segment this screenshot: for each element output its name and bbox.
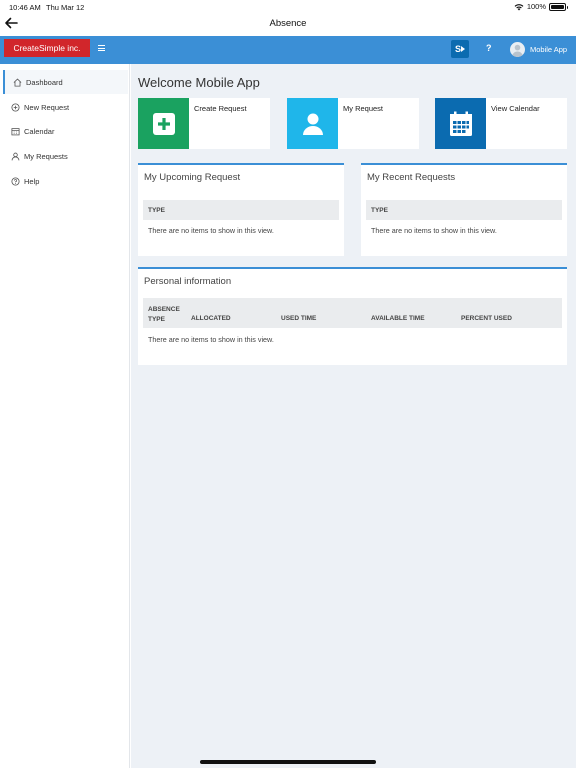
table-header: ABSENCE TYPE ALLOCATED USED TIME AVAILAB… xyxy=(143,298,562,328)
menu-icon[interactable] xyxy=(98,45,105,51)
my-request-tile-icon-box xyxy=(287,98,338,149)
help-button[interactable]: ? xyxy=(486,43,492,53)
create-request-tile-icon-box xyxy=(138,98,189,149)
column-header-used-time: USED TIME xyxy=(281,315,317,322)
tile-label: Create Request xyxy=(194,104,247,113)
empty-message: There are no items to show in this view. xyxy=(148,335,274,344)
status-date: Thu Mar 12 xyxy=(46,3,85,12)
tile-label: My Request xyxy=(343,104,384,113)
view-calendar-tile[interactable]: View Calendar xyxy=(435,98,567,149)
user-avatar-icon xyxy=(512,44,523,57)
column-header-absence-type: ABSENCE TYPE xyxy=(148,305,180,325)
recent-requests-panel: My Recent Requests TYPE There are no ite… xyxy=(361,163,567,256)
sharepoint-arrow-icon xyxy=(461,46,465,52)
person-icon xyxy=(11,152,20,160)
status-time: 10:46 AM xyxy=(9,3,41,12)
help-circle-icon xyxy=(11,176,20,186)
home-indicator[interactable] xyxy=(200,760,376,764)
column-header-type: TYPE xyxy=(371,207,388,214)
wifi-icon xyxy=(514,3,524,10)
status-bar: 10:46 AM Thu Mar 12 100% xyxy=(0,0,576,14)
sidebar-item-new-request[interactable]: New Request xyxy=(3,95,128,119)
upcoming-request-panel: My Upcoming Request TYPE There are no it… xyxy=(138,163,344,256)
avatar[interactable] xyxy=(510,42,525,57)
column-header-absence-type-line2: TYPE xyxy=(148,316,165,323)
tile-label: View Calendar xyxy=(491,104,540,113)
sidebar-item-dashboard[interactable]: Dashboard xyxy=(3,70,128,94)
welcome-heading: Welcome Mobile App xyxy=(138,75,260,90)
sidebar-item-label: Calendar xyxy=(24,126,55,136)
battery-icon xyxy=(549,2,568,11)
battery-percent: 100% xyxy=(526,2,546,11)
table-header: TYPE xyxy=(143,200,339,220)
column-header-allocated: ALLOCATED xyxy=(191,315,231,322)
column-header-available-time: AVAILABLE TIME xyxy=(371,315,425,322)
title-bar: Absence xyxy=(0,14,576,36)
company-logo[interactable]: CreateSimple inc. xyxy=(4,39,90,57)
sidebar: Dashboard New Request Calendar My Reques… xyxy=(0,64,130,768)
empty-message: There are no items to show in this view. xyxy=(371,226,497,235)
battery-fill xyxy=(551,4,564,9)
calendar-icon xyxy=(449,111,472,136)
personal-information-panel: Personal information ABSENCE TYPE ALLOCA… xyxy=(138,267,567,365)
create-request-tile[interactable]: Create Request xyxy=(138,98,270,149)
app-header: CreateSimple inc. S ? Mobile App xyxy=(0,36,576,64)
sidebar-item-label: My Requests xyxy=(24,151,68,161)
calendar-icon xyxy=(11,127,20,135)
sidebar-item-label: New Request xyxy=(24,102,70,112)
view-calendar-tile-icon-box xyxy=(435,98,486,149)
plus-circle-icon xyxy=(11,102,20,112)
panel-title: Personal information xyxy=(144,276,232,287)
my-request-tile[interactable]: My Request xyxy=(287,98,419,149)
sidebar-item-my-requests[interactable]: My Requests xyxy=(3,144,128,168)
page-title: Absence xyxy=(269,18,307,29)
sidebar-item-label: Help xyxy=(24,176,40,186)
sidebar-item-help[interactable]: Help xyxy=(3,169,128,193)
table-header: TYPE xyxy=(366,200,562,220)
sidebar-item-calendar[interactable]: Calendar xyxy=(3,119,128,143)
person-icon xyxy=(302,113,323,135)
plus-icon xyxy=(152,112,175,135)
column-header-percent-used: PERCENT USED xyxy=(461,315,512,322)
panel-title: My Recent Requests xyxy=(367,172,456,183)
home-icon xyxy=(13,78,22,87)
column-header-absence-type-line1: ABSENCE xyxy=(148,306,180,313)
column-header-type: TYPE xyxy=(148,207,165,214)
sidebar-item-label: Dashboard xyxy=(26,77,63,87)
sharepoint-icon[interactable]: S xyxy=(451,40,469,58)
panel-title: My Upcoming Request xyxy=(144,172,241,183)
empty-message: There are no items to show in this view. xyxy=(148,226,274,235)
user-name[interactable]: Mobile App xyxy=(530,45,567,54)
